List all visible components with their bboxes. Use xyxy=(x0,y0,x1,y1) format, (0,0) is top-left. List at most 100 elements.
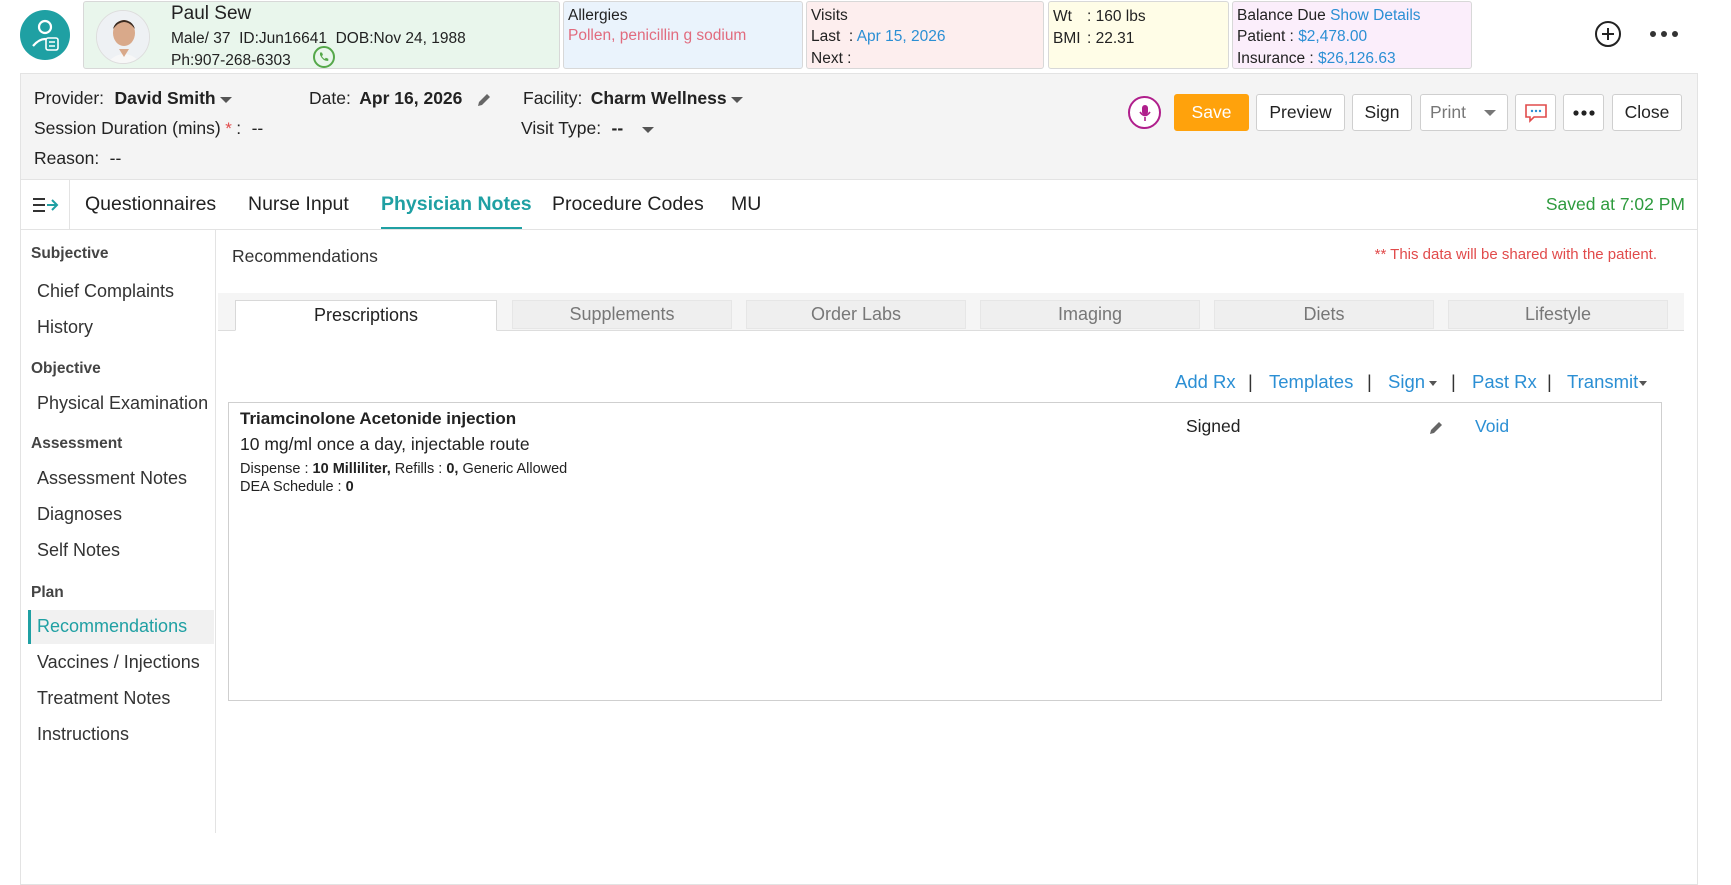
balance-insurance-value[interactable]: $26,126.63 xyxy=(1318,50,1396,67)
visits-title: Visits xyxy=(811,7,848,24)
action-separator: | xyxy=(1451,371,1456,392)
action-separator: | xyxy=(1367,371,1372,392)
sidebar-item-treatment-notes[interactable]: Treatment Notes xyxy=(37,688,170,709)
balance-insurance-label: Insurance : xyxy=(1237,50,1314,67)
subtab-imaging[interactable]: Imaging xyxy=(980,300,1200,329)
facility-label: Facility: xyxy=(523,88,583,108)
facility-select[interactable]: Charm Wellness xyxy=(591,88,727,108)
sidebar-item-history[interactable]: History xyxy=(37,317,93,338)
provider-chevron-down-icon[interactable] xyxy=(219,96,232,103)
visits-card[interactable]: Visits Last : Apr 15, 2026 Next : xyxy=(806,1,1044,69)
dispense-value: 10 Milliliter, xyxy=(312,461,391,477)
session-required-mark: * xyxy=(225,119,232,138)
edit-prescription-pencil-icon[interactable] xyxy=(1427,419,1445,442)
transmit-dropdown[interactable]: Transmit xyxy=(1567,371,1648,393)
tab-physician-notes[interactable]: Physician Notes xyxy=(381,193,532,216)
print-label: Print xyxy=(1430,102,1466,122)
active-tab-underline xyxy=(381,227,522,229)
sidebar-item-chief-complaints[interactable]: Chief Complaints xyxy=(37,281,174,302)
balance-card: Balance Due Show Details Patient : $2,47… xyxy=(1232,1,1472,69)
sidebar-section-assessment: Assessment xyxy=(31,435,123,452)
sidebar-item-self-notes[interactable]: Self Notes xyxy=(37,540,120,561)
phone-call-icon[interactable] xyxy=(313,46,335,68)
visits-last-label: Last xyxy=(811,28,841,45)
patient-id: ID:Jun16641 xyxy=(239,30,327,47)
microphone-icon[interactable] xyxy=(1128,96,1161,129)
subtab-supplements[interactable]: Supplements xyxy=(512,300,732,329)
vitals-card[interactable]: Wt: 160 lbs BMI: 22.31 xyxy=(1048,1,1229,69)
patient-name[interactable]: Paul Sew xyxy=(171,3,251,25)
patient-dob: DOB:Nov 24, 1988 xyxy=(335,30,466,47)
sign-dropdown-label: Sign xyxy=(1388,371,1426,392)
allergies-card[interactable]: Allergies Pollen, penicillin g sodium xyxy=(563,1,803,69)
show-details-link[interactable]: Show Details xyxy=(1330,7,1420,24)
sidebar-item-physical-examination[interactable]: Physical Examination xyxy=(37,393,208,414)
patient-card: Paul Sew Male/ 37 ID:Jun16641 DOB:Nov 24… xyxy=(83,1,560,69)
sign-chevron-down-icon xyxy=(1429,380,1438,386)
provider-label: Provider: xyxy=(34,88,105,108)
visits-next-label: Next : xyxy=(811,50,852,67)
add-rx-link[interactable]: Add Rx xyxy=(1175,371,1236,393)
past-rx-link[interactable]: Past Rx xyxy=(1472,371,1537,393)
reason-value[interactable]: -- xyxy=(110,148,122,168)
patient-gender-age: Male/ 37 xyxy=(171,30,231,47)
tab-mu[interactable]: MU xyxy=(731,193,761,216)
subtab-prescriptions[interactable]: Prescriptions xyxy=(235,300,497,331)
facility-chevron-down-icon[interactable] xyxy=(730,96,743,103)
subtab-diets[interactable]: Diets xyxy=(1214,300,1434,329)
app-logo-icon[interactable] xyxy=(20,10,70,60)
toolbar-more-icon[interactable] xyxy=(1563,94,1604,131)
print-button[interactable]: Print xyxy=(1420,94,1508,131)
chat-icon[interactable] xyxy=(1515,94,1556,131)
shared-notice: ** This data will be shared with the pat… xyxy=(1374,246,1657,263)
more-options-icon[interactable] xyxy=(1648,18,1680,50)
subtab-lifestyle[interactable]: Lifestyle xyxy=(1448,300,1668,329)
sidebar-item-vaccines-injections[interactable]: Vaccines / Injections xyxy=(37,652,200,673)
prescription-sig: 10 mg/ml once a day, injectable route xyxy=(240,434,530,454)
provider-select[interactable]: David Smith xyxy=(114,88,215,108)
action-separator: | xyxy=(1248,371,1253,392)
dea-schedule-label: DEA Schedule : xyxy=(240,479,342,495)
dea-schedule-value: 0 xyxy=(345,479,354,495)
prescription-drug-name[interactable]: Triamcinolone Acetonide injection xyxy=(240,409,516,429)
tab-nurse-input[interactable]: Nurse Input xyxy=(248,193,349,216)
transmit-dropdown-label: Transmit xyxy=(1567,371,1639,392)
sidebar-section-subjective: Subjective xyxy=(31,245,109,262)
sidebar-item-diagnoses[interactable]: Diagnoses xyxy=(37,504,122,525)
save-button[interactable]: Save xyxy=(1174,94,1249,131)
templates-link[interactable]: Templates xyxy=(1269,371,1353,393)
balance-title: Balance Due xyxy=(1237,7,1326,24)
session-duration-value[interactable]: -- xyxy=(252,118,264,138)
add-circle-icon[interactable] xyxy=(1592,18,1624,50)
print-chevron-down-icon xyxy=(1483,109,1496,116)
close-button[interactable]: Close xyxy=(1612,94,1682,131)
balance-patient-value[interactable]: $2,478.00 xyxy=(1298,28,1367,45)
reason-label: Reason: xyxy=(34,148,100,168)
sidebar-item-recommendations[interactable]: Recommendations xyxy=(37,616,187,637)
date-value[interactable]: Apr 16, 2026 xyxy=(359,88,462,108)
balance-patient-label: Patient : xyxy=(1237,28,1294,45)
sidebar-section-plan: Plan xyxy=(31,584,64,601)
sidebar-item-assessment-notes[interactable]: Assessment Notes xyxy=(37,468,187,489)
patient-avatar[interactable] xyxy=(96,10,150,64)
subtab-order-labs[interactable]: Order Labs xyxy=(746,300,966,329)
collapse-sidebar-icon[interactable] xyxy=(20,179,70,230)
sign-button[interactable]: Sign xyxy=(1352,94,1412,131)
void-link[interactable]: Void xyxy=(1475,416,1509,437)
visits-last-value[interactable]: Apr 15, 2026 xyxy=(857,28,946,45)
edit-date-pencil-icon[interactable] xyxy=(475,91,493,114)
refills-label: Refills : xyxy=(394,461,443,477)
allergies-value: Pollen, penicillin g sodium xyxy=(568,27,747,44)
allergies-title: Allergies xyxy=(568,7,628,24)
sidebar-item-instructions[interactable]: Instructions xyxy=(37,724,129,745)
session-colon: : xyxy=(236,118,242,138)
sign-dropdown[interactable]: Sign xyxy=(1388,371,1438,393)
tab-questionnaires[interactable]: Questionnaires xyxy=(85,193,216,216)
generic-allowed: Generic Allowed xyxy=(462,461,568,477)
session-duration-label: Session Duration (mins) xyxy=(34,118,221,138)
transmit-chevron-down-icon xyxy=(1639,380,1648,386)
tab-procedure-codes[interactable]: Procedure Codes xyxy=(552,193,704,216)
visit-type-chevron-down-icon[interactable] xyxy=(641,126,654,133)
preview-button[interactable]: Preview xyxy=(1256,94,1345,131)
visit-type-select[interactable]: -- xyxy=(612,118,624,138)
